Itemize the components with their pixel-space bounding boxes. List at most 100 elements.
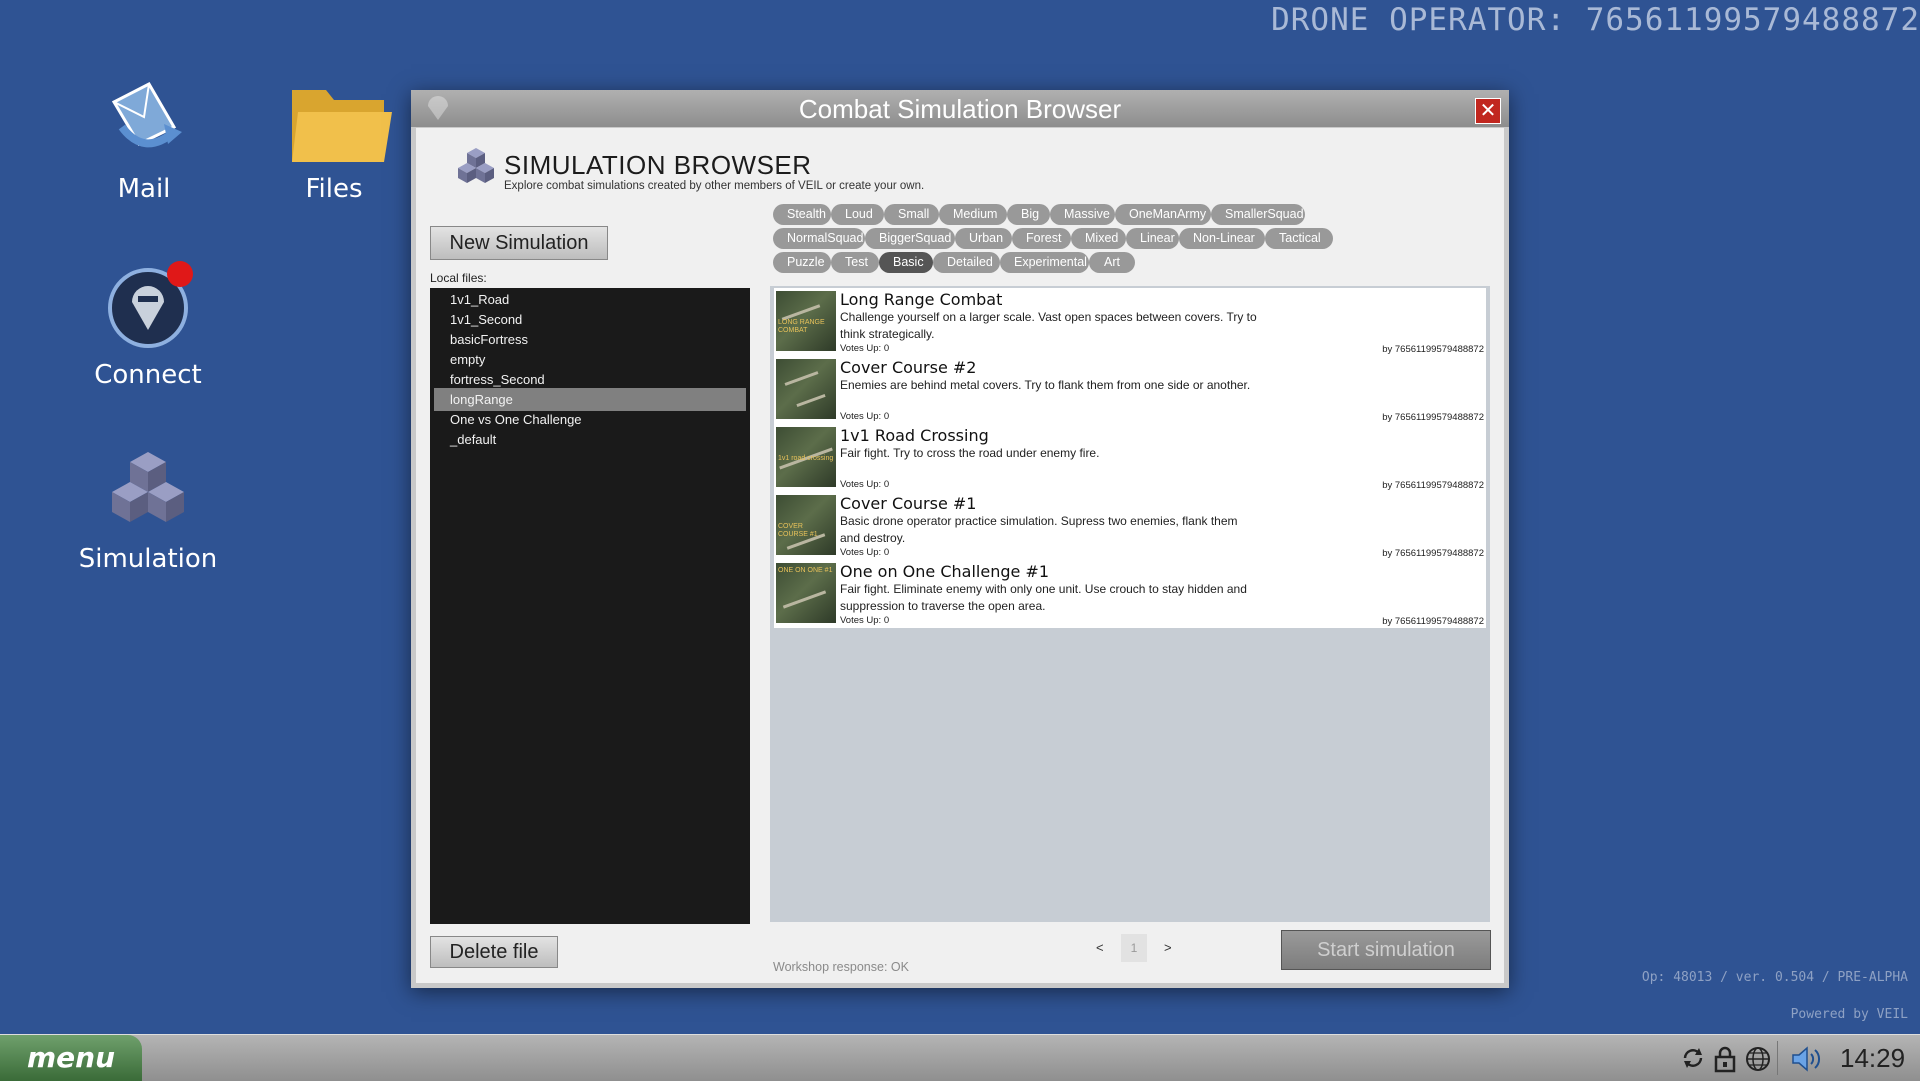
result-title: One on One Challenge #1 bbox=[840, 562, 1050, 581]
close-button[interactable]: ✕ bbox=[1475, 98, 1501, 124]
window-content: SIMULATION BROWSER Explore combat simula… bbox=[416, 128, 1504, 983]
start-simulation-button[interactable]: Start simulation bbox=[1281, 930, 1491, 970]
result-votes: Votes Up: 0 bbox=[840, 615, 890, 626]
connect-icon bbox=[98, 258, 198, 358]
pager-page-indicator: 1 bbox=[1121, 934, 1147, 962]
taskbar: menu 14:29 bbox=[0, 1034, 1920, 1081]
simulation-cubes-icon bbox=[451, 143, 501, 197]
tag-filter-active[interactable]: Basic bbox=[879, 252, 933, 273]
tag-filter[interactable]: Non-Linear bbox=[1179, 228, 1265, 249]
tag-filter-bar: Stealth Loud Small Medium Big Massive On… bbox=[773, 204, 1473, 274]
globe-icon[interactable] bbox=[1744, 1045, 1772, 1077]
tag-filter[interactable]: Medium bbox=[939, 204, 1007, 225]
result-author: by 76561199579488872 bbox=[1382, 548, 1484, 559]
new-simulation-button[interactable]: New Simulation bbox=[430, 226, 608, 260]
tag-filter[interactable]: Art bbox=[1089, 252, 1135, 273]
folder-icon bbox=[284, 72, 392, 172]
tag-filter[interactable]: OneManArmy bbox=[1115, 204, 1211, 225]
desktop-icon-mail[interactable]: Mail bbox=[64, 72, 224, 204]
window-titlebar[interactable]: Combat Simulation Browser ✕ bbox=[411, 90, 1509, 127]
tag-filter[interactable]: SmallerSquad bbox=[1211, 204, 1305, 225]
result-title: Cover Course #1 bbox=[840, 494, 977, 513]
result-author: by 76561199579488872 bbox=[1382, 344, 1484, 355]
result-title: Long Range Combat bbox=[840, 290, 1003, 309]
simulation-browser-window: Combat Simulation Browser ✕ SIMULATION B… bbox=[411, 90, 1509, 988]
connect-label: Connect bbox=[94, 360, 202, 390]
result-votes: Votes Up: 0 bbox=[840, 479, 890, 490]
thumbnail-caption: ONE ON ONE #1 bbox=[778, 567, 833, 574]
tray-divider bbox=[1777, 1041, 1778, 1075]
thumbnail-caption: COVER COURSE #1 bbox=[778, 523, 818, 538]
tag-filter[interactable]: Small bbox=[884, 204, 939, 225]
result-votes: Votes Up: 0 bbox=[840, 547, 890, 558]
simulation-thumbnail: ONE ON ONE #1 bbox=[776, 563, 836, 623]
tag-filter[interactable]: Urban bbox=[955, 228, 1012, 249]
tag-filter[interactable]: Experimental bbox=[1000, 252, 1089, 273]
pager-prev-button[interactable]: < bbox=[1096, 940, 1104, 955]
version-info: Op: 48013 / ver. 0.504 / PRE-ALPHA bbox=[1641, 970, 1908, 985]
result-description: Basic drone operator practice simulation… bbox=[840, 514, 1238, 545]
tag-filter[interactable]: Stealth bbox=[773, 204, 831, 225]
tag-filter[interactable]: Forest bbox=[1012, 228, 1071, 249]
files-label: Files bbox=[305, 174, 363, 204]
result-author: by 76561199579488872 bbox=[1382, 480, 1484, 491]
result-author: by 76561199579488872 bbox=[1382, 616, 1484, 627]
result-description: Challenge yourself on a larger scale. Va… bbox=[840, 310, 1257, 341]
simulation-result[interactable]: COVER COURSE #1 Cover Course #1 Basic dr… bbox=[774, 492, 1486, 560]
clock: 14:29 bbox=[1840, 1043, 1906, 1073]
result-description: Enemies are behind metal covers. Try to … bbox=[840, 378, 1251, 392]
result-description: Fair fight. Try to cross the road under … bbox=[840, 446, 1100, 460]
browser-heading: SIMULATION BROWSER bbox=[504, 150, 812, 180]
result-description: Fair fight. Eliminate enemy with only on… bbox=[840, 582, 1247, 613]
mail-label: Mail bbox=[117, 174, 171, 204]
result-votes: Votes Up: 0 bbox=[840, 411, 890, 422]
simulation-result[interactable]: ONE ON ONE #1 One on One Challenge #1 Fa… bbox=[774, 560, 1486, 628]
simulation-results-list[interactable]: LONG RANGE COMBAT Long Range Combat Chal… bbox=[770, 286, 1490, 922]
cubes-icon bbox=[98, 442, 198, 542]
local-files-list[interactable]: 1v1_Road 1v1_Second basicFortress empty … bbox=[430, 288, 750, 924]
lock-icon[interactable] bbox=[1712, 1045, 1738, 1077]
tag-filter[interactable]: BiggerSquad bbox=[865, 228, 955, 249]
volume-icon[interactable] bbox=[1790, 1045, 1824, 1077]
notification-badge bbox=[167, 261, 193, 287]
result-author: by 76561199579488872 bbox=[1382, 412, 1484, 423]
sync-icon[interactable] bbox=[1680, 1045, 1706, 1075]
tag-filter[interactable]: Mixed bbox=[1071, 228, 1126, 249]
simulation-thumbnail: 1v1 road crossing bbox=[776, 427, 836, 487]
file-item[interactable]: _default bbox=[434, 428, 746, 451]
thumbnail-caption: LONG RANGE COMBAT bbox=[778, 319, 825, 334]
thumbnail-caption: 1v1 road crossing bbox=[778, 455, 834, 462]
powered-by: Powered by VEIL bbox=[1790, 1007, 1908, 1022]
desktop-icon-files[interactable]: Files bbox=[254, 72, 414, 204]
simulation-result[interactable]: LONG RANGE COMBAT Long Range Combat Chal… bbox=[774, 288, 1486, 356]
simulation-thumbnail: LONG RANGE COMBAT bbox=[776, 291, 836, 351]
pager-next-button[interactable]: > bbox=[1164, 940, 1172, 955]
delete-file-button[interactable]: Delete file bbox=[430, 936, 558, 968]
simulation-result[interactable]: 1v1 road crossing 1v1 Road Crossing Fair… bbox=[774, 424, 1486, 492]
local-files-label: Local files: bbox=[430, 271, 487, 285]
browser-subheading: Explore combat simulations created by ot… bbox=[504, 180, 925, 192]
tag-filter[interactable]: Loud bbox=[831, 204, 884, 225]
simulation-result[interactable]: Cover Course #2 Enemies are behind metal… bbox=[774, 356, 1486, 424]
simulation-thumbnail bbox=[776, 359, 836, 419]
simulation-thumbnail: COVER COURSE #1 bbox=[776, 495, 836, 555]
tag-filter[interactable]: Linear bbox=[1126, 228, 1179, 249]
tag-filter[interactable]: NormalSquad bbox=[773, 228, 865, 249]
tag-filter[interactable]: Test bbox=[831, 252, 879, 273]
tag-filter[interactable]: Tactical bbox=[1265, 228, 1333, 249]
desktop-icon-simulation[interactable]: Simulation bbox=[68, 442, 228, 574]
desktop-icon-connect[interactable]: Connect bbox=[68, 258, 228, 390]
simulation-label: Simulation bbox=[78, 544, 218, 574]
tag-filter[interactable]: Massive bbox=[1050, 204, 1115, 225]
operator-id: DRONE OPERATOR: 76561199579488872 bbox=[1271, 2, 1920, 38]
menu-button[interactable]: menu bbox=[0, 1035, 142, 1081]
mail-icon bbox=[94, 72, 194, 172]
tag-filter[interactable]: Detailed bbox=[933, 252, 1000, 273]
tag-filter[interactable]: Big bbox=[1007, 204, 1050, 225]
result-title: Cover Course #2 bbox=[840, 358, 977, 377]
result-votes: Votes Up: 0 bbox=[840, 343, 890, 354]
workshop-status: Workshop response: OK bbox=[773, 960, 909, 974]
tag-filter[interactable]: Puzzle bbox=[773, 252, 831, 273]
result-title: 1v1 Road Crossing bbox=[840, 426, 989, 445]
window-title: Combat Simulation Browser bbox=[798, 94, 1122, 124]
